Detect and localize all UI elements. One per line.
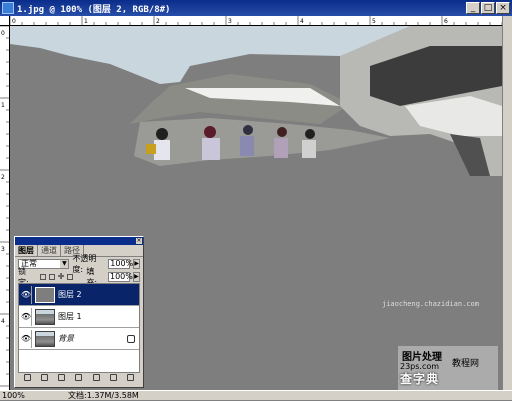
ruler-tick-label: 3 [1,246,5,253]
close-button[interactable]: × [496,2,510,14]
add-mask-icon[interactable] [58,374,66,381]
zoom-level[interactable]: 100% [0,391,26,400]
document-size[interactable]: 文档:1.37M/3.58M [68,390,139,401]
vertical-scrollbar[interactable] [502,16,512,390]
layer-name: 背景 [58,334,74,343]
lock-icon [127,334,135,343]
tab-channels[interactable]: 通道 [38,245,61,256]
eye-icon[interactable]: 👁 [21,307,32,326]
layer-row-layer1[interactable]: 👁 图层 1 [19,306,139,328]
trash-icon[interactable] [126,374,134,381]
layers-panel-titlebar[interactable]: × [15,237,143,245]
eye-icon[interactable]: 👁 [21,285,32,304]
layer-thumbnail [35,308,55,325]
layers-panel: × 图层 通道 路径 正常 ▼ 不透明度: 100% ▶ 锁定: ✛ 填充: 1… [14,236,144,388]
watermark-line1: 图片处理 [402,352,442,363]
tab-layers[interactable]: 图层 [15,245,38,256]
lock-position-icon[interactable]: ✛ [58,272,65,281]
ruler-tick-label: 0 [1,30,5,37]
maximize-button[interactable]: □ [481,2,495,14]
close-panel-button[interactable]: × [136,238,142,244]
ruler-tick-label: 5 [372,18,376,25]
ruler-tick-label: 6 [444,18,448,25]
layer-row-layer2[interactable]: 👁 图层 2 [19,284,139,306]
opacity-slider-button[interactable]: ▶ [133,258,140,269]
new-layer-icon[interactable] [109,374,117,381]
layer-style-icon[interactable] [41,374,49,381]
layer-row-background[interactable]: 👁 背景 [19,328,139,350]
layer-list: 👁 图层 2 👁 图层 1 👁 背景 [18,283,140,373]
minimize-button[interactable]: _ [466,2,480,14]
ruler-tick-label: 0 [12,18,16,25]
layer-name: 图层 1 [58,312,82,321]
fill-input[interactable]: 100% [108,271,133,282]
lock-transparency-icon[interactable] [39,273,46,280]
layers-panel-footer [18,374,140,384]
status-bar: 100% 文档:1.37M/3.58M [0,390,512,400]
horizontal-ruler[interactable]: 0 1 2 3 4 5 6 [10,16,502,26]
watermark-line3: 查字典 [400,372,440,386]
lock-pixels-icon[interactable] [48,273,55,280]
document-title: 1.jpg @ 100% (图层 2, RGB/8#) [17,4,171,15]
fill-slider-button[interactable]: ▶ [133,271,140,282]
ruler-tick-label: 2 [1,174,5,181]
watermark-url: jiaocheng.chazidian.com [382,300,479,308]
ruler-tick-label: 3 [228,18,232,25]
layer-thumbnail [35,286,55,303]
document-titlebar[interactable]: 1.jpg @ 100% (图层 2, RGB/8#) _ □ × [0,0,512,16]
ruler-tick-label: 1 [1,102,5,109]
ruler-origin[interactable] [0,16,10,26]
new-group-icon[interactable] [92,374,100,381]
layer-thumbnail [35,330,55,347]
ruler-tick-label: 4 [300,18,304,25]
lock-all-icon[interactable] [67,273,74,280]
eye-icon[interactable]: 👁 [21,329,32,348]
ruler-tick-label: 2 [156,18,160,25]
horizontal-ruler-ticks: 0 1 2 3 4 5 6 [10,16,502,25]
vertical-ruler-ticks: 0 1 2 3 4 [0,26,9,387]
photoshop-document-icon [2,2,14,14]
chevron-down-icon: ▼ [60,259,69,268]
vertical-ruler[interactable]: 0 1 2 3 4 [0,26,10,390]
ruler-tick-label: 1 [84,18,88,25]
layer-name: 图层 2 [58,290,82,299]
opacity-input[interactable]: 100% [108,258,133,269]
watermark: 图片处理 教程网 23ps.com 查字典 [398,346,498,390]
link-layers-icon[interactable] [24,374,31,381]
watermark-line2: 教程网 [452,359,480,369]
ruler-tick-label: 4 [1,318,5,325]
adjustment-layer-icon[interactable] [75,374,83,381]
